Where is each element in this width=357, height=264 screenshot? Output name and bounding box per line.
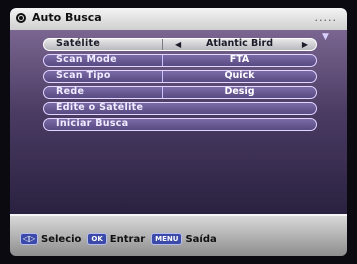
enter-hint: Entrar bbox=[109, 233, 146, 245]
row-label: Satélite bbox=[56, 38, 101, 49]
row-label: Edite o Satélite bbox=[56, 102, 144, 113]
footer-help-bar: ◁▷ Selecio OK Entrar MENU Saída bbox=[10, 214, 347, 256]
scroll-down-icon: ▼ bbox=[322, 32, 329, 42]
nav-arrows-icon: ◁▷ bbox=[20, 233, 38, 245]
row-label: Iniciar Busca bbox=[56, 118, 129, 129]
row-label: Scan Tipo bbox=[56, 70, 111, 81]
exit-hint: Saída bbox=[185, 233, 217, 245]
row-value: Atlantic Bird bbox=[205, 38, 274, 49]
window-title: Auto Busca bbox=[32, 11, 102, 24]
menu-key-icon: MENU bbox=[151, 233, 183, 245]
title-bar: Auto Busca ..... bbox=[10, 8, 347, 30]
value-box: ◀ Atlantic Bird ▶ bbox=[162, 38, 316, 50]
title-dots: ..... bbox=[314, 11, 337, 24]
row-label: Scan Mode bbox=[56, 54, 117, 65]
value-box: Desig bbox=[162, 86, 316, 98]
right-arrow-icon[interactable]: ▶ bbox=[302, 40, 308, 49]
ok-key-icon: OK bbox=[87, 233, 107, 245]
menu-row-satelite[interactable]: Satélite ◀ Atlantic Bird ▶ bbox=[43, 38, 317, 51]
menu-row-iniciar-busca[interactable]: Iniciar Busca bbox=[43, 118, 317, 131]
menu-row-rede[interactable]: Rede Desig bbox=[43, 86, 317, 99]
value-box: Quick bbox=[162, 70, 316, 82]
row-value: Quick bbox=[224, 70, 255, 81]
footer-hints: ◁▷ Selecio OK Entrar MENU Saída bbox=[20, 232, 217, 246]
footer-divider bbox=[10, 214, 347, 216]
row-value: FTA bbox=[229, 54, 250, 65]
menu-icon bbox=[16, 13, 26, 23]
tv-screen: Auto Busca ..... Satélite ◀ Atlantic Bir… bbox=[10, 8, 347, 256]
menu-row-edite-satelite[interactable]: Edite o Satélite bbox=[43, 102, 317, 115]
row-value: Desig bbox=[224, 86, 255, 97]
row-label: Rede bbox=[56, 86, 85, 97]
value-box: FTA bbox=[162, 54, 316, 66]
menu-panel: Satélite ◀ Atlantic Bird ▶ ▼ Scan Mode F… bbox=[10, 30, 347, 214]
select-hint: Selecio bbox=[41, 233, 82, 245]
menu-row-scan-mode[interactable]: Scan Mode FTA bbox=[43, 54, 317, 67]
menu-row-scan-tipo[interactable]: Scan Tipo Quick bbox=[43, 70, 317, 83]
